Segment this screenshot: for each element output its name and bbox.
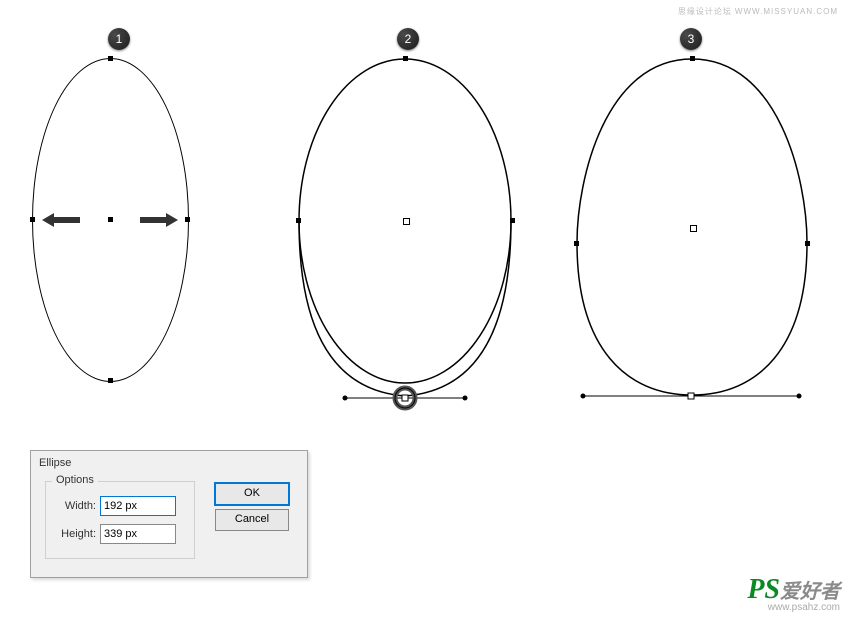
watermark-top-text: 思缘设计论坛 [678, 7, 732, 16]
height-label: Height: [54, 528, 96, 540]
anchor-point [108, 56, 113, 61]
cancel-button[interactable]: Cancel [215, 509, 289, 531]
arrow-left [42, 213, 80, 227]
anchor-point [296, 218, 301, 223]
anchor-point [403, 56, 408, 61]
anchor-handles [580, 389, 802, 403]
anchor-point [574, 241, 579, 246]
width-label: Width: [54, 500, 96, 512]
anchor-point [805, 241, 810, 246]
dialog-title: Ellipse [31, 451, 307, 475]
anchor-point [30, 217, 35, 222]
watermark-top-url: WWW.MISSYUAN.COM [735, 7, 838, 16]
anchor-point [690, 56, 695, 61]
center-point [690, 225, 697, 232]
width-input[interactable] [100, 496, 176, 516]
step-badge-2: 2 [397, 28, 419, 50]
watermark-top: 思缘设计论坛 WWW.MISSYUAN.COM [678, 5, 838, 17]
ok-button[interactable]: OK [215, 483, 289, 505]
height-input[interactable] [100, 524, 176, 544]
options-legend: Options [52, 474, 98, 486]
width-row: Width: [54, 496, 176, 516]
ellipse-dialog: Ellipse Options Width: Height: OK Cancel [30, 450, 308, 578]
step-badge-3: 3 [680, 28, 702, 50]
anchor-point [510, 218, 515, 223]
center-point [403, 218, 410, 225]
watermark-cn: 爱好者 [780, 581, 840, 603]
anchor-point [108, 378, 113, 383]
watermark-bottom: PS爱好者 www.psahz.com [747, 574, 840, 613]
arrow-right [140, 213, 178, 227]
step-badge-1: 1 [108, 28, 130, 50]
height-row: Height: [54, 524, 176, 544]
anchor-point [185, 217, 190, 222]
options-group: Options Width: Height: [45, 481, 195, 559]
watermark-ps: PS [747, 574, 780, 605]
anchor-handles [340, 390, 470, 410]
ellipse-2 [298, 58, 513, 398]
center-point [108, 217, 113, 222]
